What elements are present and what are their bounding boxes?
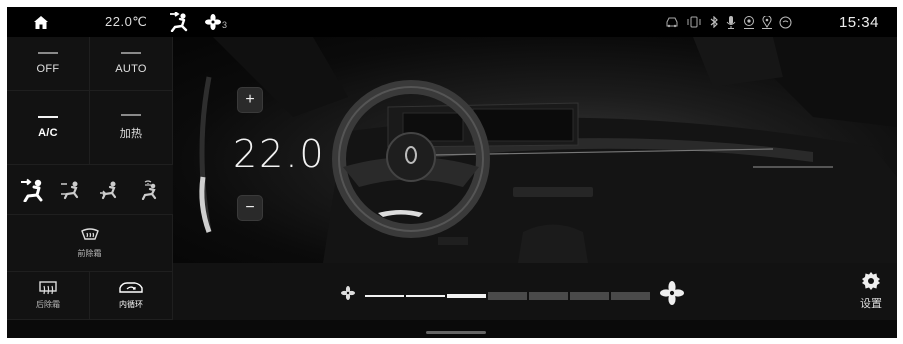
recirculation-label: 内循环	[119, 300, 143, 309]
fan-high-icon[interactable]	[660, 281, 684, 305]
clock: 15:34	[838, 13, 879, 31]
off-button[interactable]: OFF	[7, 37, 90, 91]
wifi-off-icon	[779, 16, 792, 28]
off-indicator	[38, 52, 58, 54]
auto-label: AUTO	[115, 63, 147, 75]
status-fan-level: 3	[222, 20, 228, 30]
off-label: OFF	[36, 63, 60, 75]
status-fan: 3	[205, 7, 227, 37]
fan-speed-bar: 设置	[173, 263, 897, 320]
mode-feet-button[interactable]	[94, 175, 124, 205]
temperature-gauge	[199, 76, 212, 233]
settings-label: 设置	[860, 298, 882, 310]
fan-speed-segment[interactable]	[570, 292, 609, 300]
signal-icon	[744, 15, 754, 29]
cabin-view: + 22.0 −	[173, 37, 897, 263]
fan-speed-slider[interactable]	[365, 292, 650, 300]
climate-control-panel: OFF AUTO A/C 加热 前除霜 后除霜 内循环	[7, 37, 173, 338]
rear-defrost-button[interactable]: 后除霜	[7, 272, 90, 320]
minus-icon: −	[245, 199, 255, 216]
ac-label: A/C	[38, 127, 58, 139]
home-icon	[34, 15, 48, 29]
auto-indicator	[121, 52, 141, 54]
front-defrost-icon	[80, 227, 99, 240]
mode-face-button[interactable]	[17, 175, 47, 205]
airflow-face-feet-icon	[60, 181, 78, 199]
car-icon	[666, 17, 678, 28]
location-icon	[762, 15, 772, 29]
microphone-icon	[726, 15, 736, 29]
temperature-decrease-button[interactable]: −	[237, 195, 263, 221]
hvac-screen: 22.0℃ 3 15:34 OFF AUTO A/C 加热 前除霜 后除霜 内循…	[7, 7, 897, 338]
airflow-mode-selector	[7, 165, 173, 215]
settings-button[interactable]: 设置	[853, 271, 889, 315]
bottom-strip	[7, 320, 897, 338]
mode-feet-defrost-button[interactable]	[133, 175, 163, 205]
fan-speed-segment[interactable]	[611, 292, 650, 300]
airflow-feet-defrost-icon	[141, 179, 156, 200]
heat-button[interactable]: 加热	[90, 91, 173, 165]
fan-speed-segment[interactable]	[447, 294, 486, 298]
rear-defrost-label: 后除霜	[36, 300, 60, 309]
temperature-increase-button[interactable]: +	[237, 87, 263, 113]
ac-indicator	[38, 116, 58, 118]
bluetooth-icon	[710, 16, 718, 28]
ac-button[interactable]: A/C	[7, 91, 90, 165]
front-defrost-button[interactable]: 前除霜	[7, 215, 173, 272]
vibrate-icon	[687, 16, 701, 28]
recirculation-button[interactable]: 内循环	[90, 272, 173, 320]
drag-handle[interactable]	[426, 331, 486, 334]
fan-icon	[205, 14, 221, 30]
fan-speed-segment[interactable]	[488, 292, 527, 300]
set-temperature: 22.0	[233, 132, 326, 176]
fan-speed-segment[interactable]	[529, 292, 568, 300]
system-icons	[665, 7, 792, 37]
status-bar: 22.0℃ 3 15:34	[7, 7, 897, 37]
auto-button[interactable]: AUTO	[90, 37, 173, 91]
recirculation-icon	[119, 282, 143, 293]
gear-icon	[862, 272, 880, 290]
fan-speed-segment[interactable]	[406, 295, 445, 297]
status-temperature: 22.0℃	[105, 14, 148, 29]
mode-face-feet-button[interactable]	[56, 175, 86, 205]
heat-label: 加热	[119, 128, 143, 140]
heat-indicator	[121, 114, 141, 116]
home-button[interactable]	[31, 7, 51, 37]
fan-speed-segment[interactable]	[365, 295, 404, 297]
front-defrost-label: 前除霜	[77, 248, 102, 258]
airflow-face-icon	[167, 7, 189, 37]
airflow-face-icon	[21, 178, 43, 202]
plus-icon: +	[245, 91, 255, 108]
rear-defrost-icon	[39, 281, 57, 295]
airflow-feet-icon	[100, 181, 117, 199]
fan-low-icon[interactable]	[341, 286, 355, 300]
